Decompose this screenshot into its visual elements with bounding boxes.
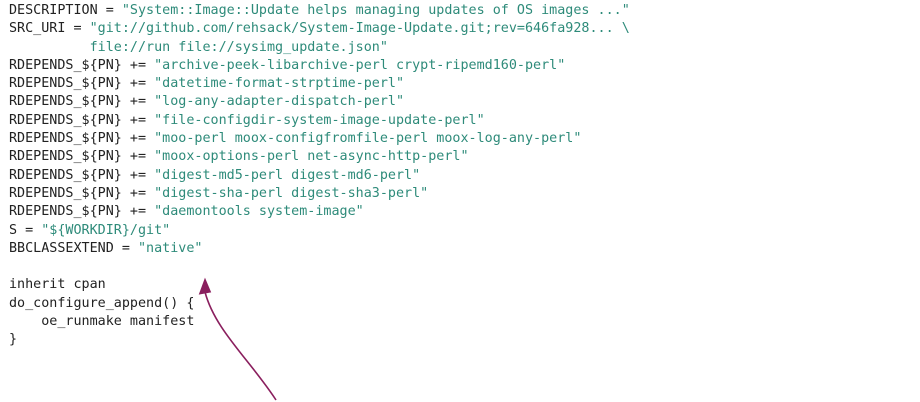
code-token: SRC_URI = (9, 21, 90, 37)
string-literal: file://run file://sysimg_update.json" (89, 39, 388, 55)
code-line: } (9, 331, 630, 349)
code-token: RDEPENDS_${PN} += (9, 149, 155, 165)
string-literal: "digest-md5-perl digest-md6-perl" (154, 167, 421, 183)
code-token: RDEPENDS_${PN} += (9, 204, 155, 220)
code-token: S = (9, 222, 42, 238)
string-literal: "moox-options-perl net-async-http-perl" (154, 149, 469, 165)
code-token: RDEPENDS_${PN} += (9, 94, 155, 110)
string-literal: "digest-sha-perl digest-sha3-perl" (154, 185, 429, 201)
string-literal: "moo-perl moox-configfromfile-perl moox-… (154, 131, 582, 147)
code-token: RDEPENDS_${PN} += (9, 57, 155, 73)
code-line: SRC_URI = "git://github.com/rehsack/Syst… (9, 20, 630, 38)
code-line: RDEPENDS_${PN} += "moo-perl moox-configf… (9, 130, 630, 148)
string-literal: "${WORKDIR}/git" (41, 222, 171, 238)
code-listing: DESCRIPTION = "System::Image::Update hel… (9, 2, 630, 350)
code-token: inherit cpan (9, 277, 106, 293)
code-line: do_configure_append() { (9, 295, 630, 313)
code-token: RDEPENDS_${PN} += (9, 112, 155, 128)
code-line: inherit cpan (9, 276, 630, 294)
code-token: DESCRIPTION = (9, 3, 122, 18)
code-line: RDEPENDS_${PN} += "digest-sha-perl diges… (9, 185, 630, 203)
code-line: S = "${WORKDIR}/git" (9, 222, 630, 240)
code-line: RDEPENDS_${PN} += "digest-md5-perl diges… (9, 167, 630, 185)
code-token: RDEPENDS_${PN} += (9, 76, 155, 92)
code-line: RDEPENDS_${PN} += "archive-peek-libarchi… (9, 57, 630, 75)
string-literal: "native" (138, 240, 203, 256)
code-line: RDEPENDS_${PN} += "log-any-adapter-dispa… (9, 93, 630, 111)
code-line: RDEPENDS_${PN} += "daemontools system-im… (9, 203, 630, 221)
code-line: DESCRIPTION = "System::Image::Update hel… (9, 2, 630, 20)
string-literal: "log-any-adapter-dispatch-perl" (154, 94, 405, 110)
code-token: RDEPENDS_${PN} += (9, 167, 155, 183)
code-line: BBCLASSEXTEND = "native" (9, 240, 630, 258)
string-literal: "datetime-format-strptime-perl" (154, 76, 405, 92)
code-line: RDEPENDS_${PN} += "file-configdir-system… (9, 112, 630, 130)
string-literal: "git://github.com/rehsack/System-Image-U… (89, 21, 630, 37)
code-line: RDEPENDS_${PN} += "datetime-format-strpt… (9, 75, 630, 93)
code-token: oe_runmake manifest (9, 314, 195, 330)
code-token: BBCLASSEXTEND = (9, 240, 138, 256)
code-token: RDEPENDS_${PN} += (9, 185, 155, 201)
string-literal: "archive-peek-libarchive-perl crypt-ripe… (154, 57, 566, 73)
code-line: RDEPENDS_${PN} += "moox-options-perl net… (9, 148, 630, 166)
string-literal: "file-configdir-system-image-update-perl… (154, 112, 485, 128)
string-literal: "System::Image::Update helps managing up… (121, 3, 630, 18)
code-line: oe_runmake manifest (9, 313, 630, 331)
code-token: } (9, 332, 18, 348)
string-literal: "daemontools system-image" (154, 204, 364, 220)
code-token: RDEPENDS_${PN} += (9, 131, 155, 147)
code-token: do_configure_append() { (9, 295, 195, 311)
code-line: file://run file://sysimg_update.json" (9, 39, 630, 57)
